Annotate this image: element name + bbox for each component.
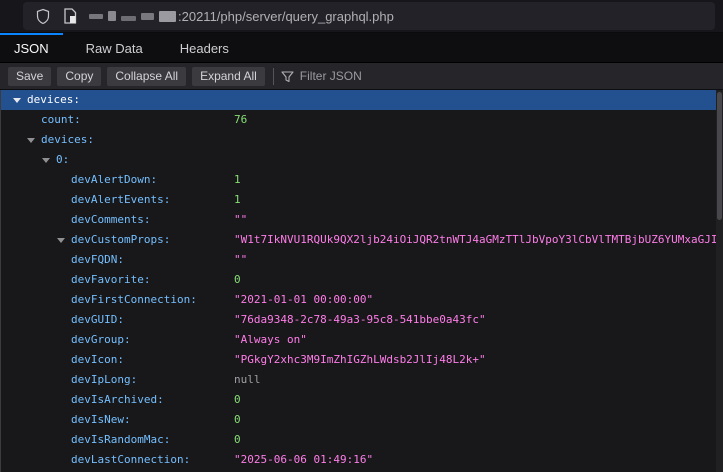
json-row[interactable]: count: 76 — [1, 110, 716, 130]
tab-raw-data[interactable]: Raw Data — [72, 33, 157, 62]
json-key: 0: — [56, 150, 69, 170]
json-key: devComments: — [71, 210, 150, 230]
json-row[interactable]: devFirstConnection: "2021-01-01 00:00:00" — [1, 290, 716, 310]
json-row[interactable]: devFQDN: "" — [1, 250, 716, 270]
json-row[interactable]: devLastConnection: "2025-06-06 01:49:16" — [1, 450, 716, 470]
json-value: null — [234, 370, 261, 390]
json-value: 0 — [234, 410, 241, 430]
json-key: devFirstConnection: — [71, 290, 197, 310]
json-value: 1 — [234, 190, 241, 210]
tab-headers[interactable]: Headers — [166, 33, 243, 62]
tab-headers-label: Headers — [180, 41, 229, 56]
json-value: 0 — [234, 270, 241, 290]
json-row[interactable]: devFavorite: 0 — [1, 270, 716, 290]
collapse-all-button[interactable]: Collapse All — [107, 67, 186, 86]
expand-twisty-icon[interactable] — [27, 138, 35, 143]
json-value: "2021-01-01 00:00:00" — [234, 290, 373, 310]
json-key: devIsNew: — [71, 410, 131, 430]
json-row[interactable]: 0: — [1, 150, 716, 170]
address-bar[interactable]: :20211/php/server/query_graphql.php — [23, 2, 715, 30]
json-key: devAlertDown: — [71, 170, 157, 190]
json-key: devAlertEvents: — [71, 190, 170, 210]
json-row[interactable]: devIsArchived: 0 — [1, 390, 716, 410]
expand-twisty-icon[interactable] — [42, 158, 50, 163]
page-favicon-icon[interactable] — [63, 8, 77, 24]
json-key: devIsArchived: — [71, 390, 164, 410]
json-row[interactable]: devices: — [1, 90, 716, 110]
json-row[interactable]: devIpLong: null — [1, 370, 716, 390]
firefox-json-viewer: :20211/php/server/query_graphql.php JSON… — [0, 0, 723, 472]
redacted-hostname — [89, 11, 176, 22]
copy-button[interactable]: Copy — [57, 67, 101, 86]
tracking-protection-shield-icon[interactable] — [35, 8, 51, 25]
json-value: 1 — [234, 170, 241, 190]
json-value: "PGkgY2xhc3M9ImZhIGZhLWdsb2JlIj48L2k+" — [234, 350, 486, 370]
json-key: devLastConnection: — [71, 450, 190, 470]
json-key: devIcon: — [71, 350, 124, 370]
json-toolbar: Save Copy Collapse All Expand All — [0, 63, 723, 90]
json-value: "W1t7IkNVU1RQUk9QX2ljb24iOiJQR2tnWTJ4aGM… — [234, 230, 716, 250]
tab-raw-data-label: Raw Data — [86, 41, 143, 56]
tab-json[interactable]: JSON — [0, 33, 63, 62]
json-value: "2025-06-06 01:49:16" — [234, 450, 373, 470]
filter-funnel-icon — [281, 70, 294, 83]
json-key: devIsRandomMac: — [71, 430, 170, 450]
url-text[interactable]: :20211/php/server/query_graphql.php — [178, 9, 394, 24]
json-row[interactable]: devGUID: "76da9348-2c78-49a3-95c8-541bbe0… — [1, 310, 716, 330]
json-value: "" — [234, 210, 247, 230]
expand-all-button[interactable]: Expand All — [192, 67, 265, 86]
json-value: "Always on" — [234, 330, 307, 350]
json-key: count: — [41, 110, 81, 130]
json-value: 76 — [234, 110, 247, 130]
expand-twisty-icon[interactable] — [13, 98, 21, 103]
json-row[interactable]: devIsNew: 0 — [1, 410, 716, 430]
json-key: devIpLong: — [71, 370, 137, 390]
json-key: devFQDN: — [71, 250, 124, 270]
toolbar-separator — [273, 68, 274, 85]
scrollbar-thumb[interactable] — [717, 92, 722, 220]
vertical-scrollbar[interactable] — [716, 90, 723, 472]
json-row[interactable]: devAlertDown: 1 — [1, 170, 716, 190]
json-key: devCustomProps: — [71, 230, 170, 250]
json-row[interactable]: devices: — [1, 130, 716, 150]
tab-json-label: JSON — [14, 41, 49, 56]
json-value: 0 — [234, 390, 241, 410]
json-row[interactable]: devGroup: "Always on" — [1, 330, 716, 350]
browser-toolbar: :20211/php/server/query_graphql.php — [0, 0, 723, 33]
json-row[interactable]: devComments: "" — [1, 210, 716, 230]
json-row[interactable]: devIsRandomMac: 0 — [1, 430, 716, 450]
json-key: devices: — [41, 130, 94, 150]
json-value: "76da9348-2c78-49a3-95c8-541bbe0a43fc" — [234, 310, 486, 330]
json-row[interactable]: devIcon: "PGkgY2xhc3M9ImZhIGZhLWdsb2JlIj4… — [1, 350, 716, 370]
json-key: devGroup: — [71, 330, 131, 350]
json-value: "" — [234, 250, 247, 270]
expand-twisty-icon[interactable] — [57, 238, 65, 243]
viewer-tabbar: JSON Raw Data Headers — [0, 33, 723, 63]
json-key: devices: — [27, 90, 80, 110]
json-row[interactable]: devAlertEvents: 1 — [1, 190, 716, 210]
save-button[interactable]: Save — [8, 67, 51, 86]
json-value: 0 — [234, 430, 241, 450]
filter-json-input[interactable] — [300, 69, 600, 83]
json-key: devGUID: — [71, 310, 124, 330]
json-key: devFavorite: — [71, 270, 150, 290]
json-row[interactable]: devCustomProps: "W1t7IkNVU1RQUk9QX2ljb24i… — [1, 230, 716, 250]
json-tree: devices:count:76devices:0:devAlertDown:1… — [0, 90, 716, 472]
